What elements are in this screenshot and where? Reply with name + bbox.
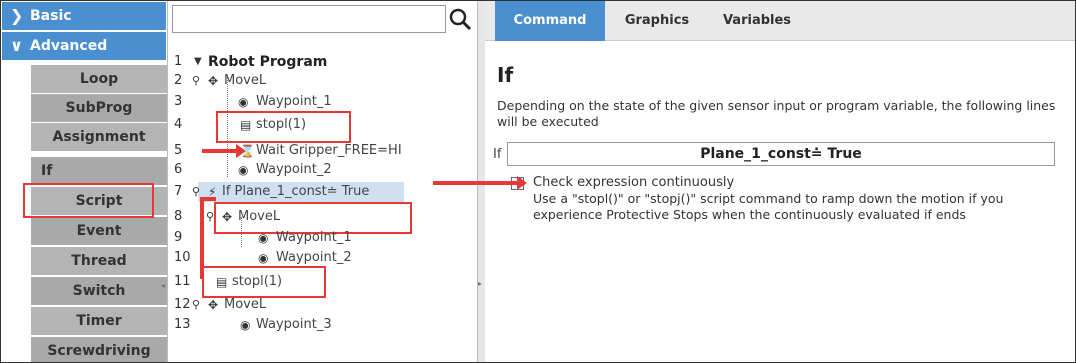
search-input[interactable] xyxy=(172,5,446,33)
tree-row-label: Waypoint_2 xyxy=(276,250,352,265)
stopl-highlight-box xyxy=(202,266,326,298)
sidebar-item-label: Assignment xyxy=(52,129,146,145)
script-highlight-box xyxy=(23,183,154,218)
help-text: Use a "stopl()" or "stopj()" script comm… xyxy=(533,191,1004,222)
tab-label: Graphics xyxy=(624,13,690,28)
program-tree: 1 ▼ Robot Program 2 ⚲ ✥ MoveL 3 ◉ Waypoi… xyxy=(167,1,477,362)
pin-icon: ⚲ xyxy=(206,210,215,223)
sidebar: ❯ Basic ∨ Advanced Loop SubProg Assignme… xyxy=(1,1,167,362)
line-number: 10 xyxy=(174,250,191,265)
category-label: Basic xyxy=(30,8,72,24)
sidebar-item-label: Screwdriving xyxy=(47,343,151,359)
sidebar-item-screwdriving[interactable]: Screwdriving xyxy=(31,337,167,362)
tab-variables[interactable]: Variables xyxy=(707,1,807,41)
tab-label: Command xyxy=(513,13,587,28)
tree-row-selected[interactable]: ⚲ ⚡ If Plane_1_const≐ True xyxy=(192,182,404,202)
waypoint-icon: ◉ xyxy=(238,95,249,109)
sidebar-item-if[interactable]: If xyxy=(31,157,167,185)
line-number: 4 xyxy=(174,117,183,132)
tree-row-label: Waypoint_3 xyxy=(256,317,332,332)
sidebar-item-label: Timer xyxy=(76,313,122,329)
annotation-bracket xyxy=(200,197,204,277)
waypoint-icon: ◉ xyxy=(258,251,269,265)
pin-icon: ⚲ xyxy=(192,298,201,311)
line-number: 3 xyxy=(174,94,183,109)
tab-command[interactable]: Command xyxy=(495,1,605,41)
annotation-arrow xyxy=(433,176,527,190)
if-label: If xyxy=(493,147,502,162)
sidebar-item-subprog[interactable]: SubProg xyxy=(31,94,167,122)
sidebar-item-label: Switch xyxy=(72,283,126,299)
tree-row-label: Waypoint_2 xyxy=(256,162,332,177)
line-number: 1 xyxy=(174,54,183,69)
sidebar-item-label: If xyxy=(41,163,53,179)
tree-row-label: MoveL xyxy=(224,297,267,312)
move-icon: ✥ xyxy=(208,74,219,88)
tree-row-label: Wait Gripper_FREE=HI xyxy=(256,143,402,158)
tree-row-label: Waypoint_1 xyxy=(276,230,352,245)
waypoint-icon: ◉ xyxy=(240,318,251,332)
sidebar-item-thread[interactable]: Thread xyxy=(31,247,167,275)
sidebar-item-timer[interactable]: Timer xyxy=(31,307,167,335)
move-icon: ✥ xyxy=(208,298,219,312)
annotation-bracket xyxy=(200,275,204,279)
category-label: Advanced xyxy=(30,38,108,54)
annotation-arrow xyxy=(202,144,246,158)
tree-row-label: If Plane_1_const≐ True xyxy=(222,184,370,199)
sidebar-item-label: SubProg xyxy=(65,100,133,116)
line-number: 6 xyxy=(174,162,183,177)
window: { "sidebar": { "categories": [ {"label":… xyxy=(0,0,1076,363)
tree-row-label: MoveL xyxy=(224,73,267,88)
line-number: 8 xyxy=(174,209,183,224)
expression-field[interactable]: Plane_1_const≐ True xyxy=(507,142,1055,166)
tree-row-label: Waypoint_1 xyxy=(256,94,332,109)
sidebar-item-label: Loop xyxy=(79,71,119,87)
line-number: 9 xyxy=(174,230,183,245)
line-number: 7 xyxy=(174,184,183,199)
tab-graphics[interactable]: Graphics xyxy=(607,1,707,41)
sidebar-item-switch[interactable]: Switch xyxy=(31,277,167,305)
annotation-bracket xyxy=(200,197,216,201)
splitter-handle-icon[interactable]: ◂ xyxy=(161,281,165,290)
tab-bar: Command Graphics Variables xyxy=(485,1,1075,41)
chevron-down-icon: ∨ xyxy=(10,36,23,55)
pin-icon: ⚲ xyxy=(192,74,201,87)
line-number: 11 xyxy=(174,274,191,289)
search-icon[interactable] xyxy=(448,7,472,31)
line-number: 13 xyxy=(174,317,191,332)
line-number: 5 xyxy=(174,143,183,158)
command-panel: Command Graphics Variables If Depending … xyxy=(485,1,1075,362)
description: Depending on the state of the given sens… xyxy=(497,98,1056,129)
stopl-highlight-box xyxy=(216,111,351,143)
sidebar-item-label: Thread xyxy=(71,253,127,269)
check-label: Check expression continuously xyxy=(533,175,735,190)
waypoint-icon: ◉ xyxy=(258,231,269,245)
tab-label: Variables xyxy=(722,13,792,28)
sidebar-item-loop[interactable]: Loop xyxy=(31,65,167,93)
chevron-right-icon: ❯ xyxy=(10,6,24,25)
page-title: If xyxy=(497,63,514,87)
sidebar-item-event[interactable]: Event xyxy=(31,217,167,245)
sidebar-item-assignment[interactable]: Assignment xyxy=(31,123,167,151)
waypoint-icon: ◉ xyxy=(238,163,249,177)
category-basic[interactable]: ❯ Basic xyxy=(2,2,166,30)
collapse-icon[interactable]: ▼ xyxy=(194,52,202,72)
splitter-handle-icon: ▸ xyxy=(478,279,483,288)
sidebar-item-label: Event xyxy=(76,223,122,239)
tree-row-label: Robot Program xyxy=(208,54,328,70)
category-advanced[interactable]: ∨ Advanced xyxy=(2,32,166,60)
